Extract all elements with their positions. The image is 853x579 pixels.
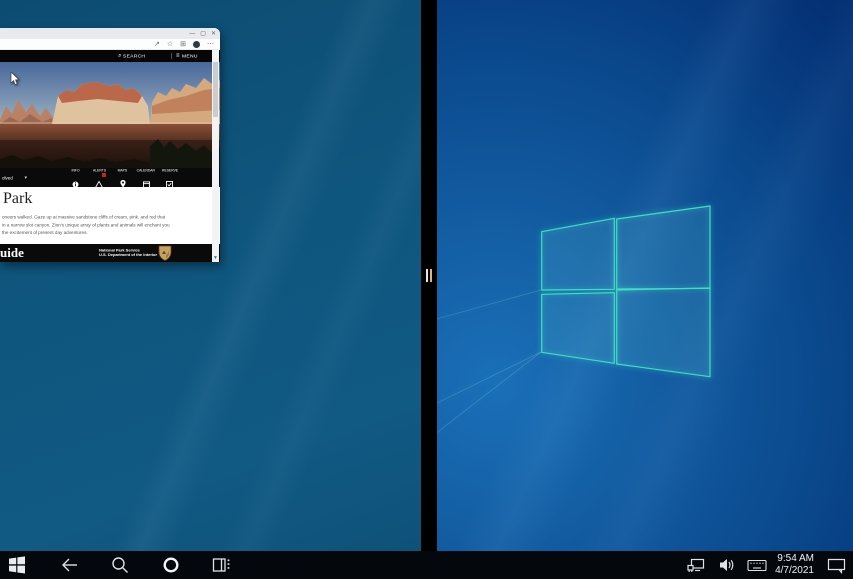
scroll-down-icon[interactable]: ▼ bbox=[212, 255, 219, 261]
right-desktop-wallpaper[interactable] bbox=[437, 0, 853, 579]
share-icon[interactable]: ↗ bbox=[154, 41, 160, 48]
nav-label-info: INFO bbox=[72, 169, 80, 171]
park-nav-strip: olved ▾ INFO ALERTS bbox=[0, 168, 220, 187]
alert-badge bbox=[102, 173, 106, 177]
taskbar: 9:54 AM 4/7/2021 bbox=[0, 551, 853, 579]
clock-date: 4/7/2021 bbox=[760, 565, 814, 577]
page-content: Park oneers walked. Gaze up at massive s… bbox=[0, 187, 220, 244]
nps-banner[interactable]: uide National Park Service U.S. Departme… bbox=[0, 244, 220, 262]
favorites-star-icon[interactable]: ☆ bbox=[167, 41, 173, 48]
window-titlebar[interactable]: — ▢ ✕ bbox=[0, 28, 220, 39]
screen-divider bbox=[421, 0, 437, 579]
windows-logo-wallpaper bbox=[437, 0, 853, 579]
paragraph-line: the excitement of present day adventures… bbox=[2, 229, 204, 237]
mouse-cursor bbox=[10, 72, 20, 91]
guide-masthead: uide bbox=[0, 245, 24, 261]
handle-bar bbox=[430, 269, 432, 282]
park-paragraph: oneers walked. Gaze up at massive sandst… bbox=[2, 214, 204, 237]
toolbar-icons: ↗ ☆ ⊞ ⋯ bbox=[154, 39, 214, 50]
handle-bar bbox=[426, 269, 428, 282]
multitask-split-button[interactable] bbox=[210, 553, 234, 577]
clock-time: 9:54 AM bbox=[760, 553, 814, 565]
speech-bubble-icon bbox=[827, 557, 846, 574]
more-options-icon[interactable]: ⋯ bbox=[207, 41, 214, 48]
paragraph-line: in a narrow slot canyon. Zion's unique a… bbox=[2, 222, 204, 230]
task-switcher-button[interactable] bbox=[159, 553, 183, 577]
nav-label-calendar: CALENDAR bbox=[137, 169, 155, 171]
nps-agency-line2: U.S. Department of the Interior bbox=[99, 253, 199, 258]
search-icon bbox=[111, 556, 129, 574]
nav-involved-dropdown[interactable]: olved ▾ bbox=[2, 173, 27, 183]
scrollbar-thumb[interactable] bbox=[213, 62, 218, 117]
close-button[interactable]: ✕ bbox=[211, 31, 216, 37]
browser-scrollbar[interactable]: ▼ bbox=[212, 50, 219, 262]
windows-logo-icon bbox=[8, 556, 26, 574]
browser-toolbar: ↗ ☆ ⊞ ⋯ bbox=[0, 39, 220, 50]
volume-tray-button[interactable] bbox=[715, 553, 739, 577]
nav-label-maps: MAPS bbox=[118, 169, 128, 171]
nav-involved-label: olved bbox=[2, 176, 13, 181]
profile-avatar[interactable] bbox=[193, 41, 200, 48]
back-button[interactable] bbox=[57, 553, 81, 577]
action-center-button[interactable] bbox=[824, 553, 848, 577]
menu-icon: ≡ bbox=[176, 53, 180, 59]
ethernet-network-icon bbox=[687, 557, 706, 574]
maximize-button[interactable]: ▢ bbox=[200, 31, 206, 37]
start-button[interactable] bbox=[5, 553, 29, 577]
park-heading: Park bbox=[3, 190, 32, 208]
back-arrow-icon bbox=[60, 556, 79, 574]
paragraph-line: oneers walked. Gaze up at massive sandst… bbox=[2, 214, 204, 222]
menu-label: MENU bbox=[182, 53, 198, 59]
dual-screen-desktop: — ▢ ✕ ↗ ☆ ⊞ ⋯ ⌕ SEARCH ≡ MENU bbox=[0, 0, 853, 579]
split-screen-icon bbox=[212, 556, 232, 574]
edge-browser-window[interactable]: — ▢ ✕ ↗ ☆ ⊞ ⋯ ⌕ SEARCH ≡ MENU bbox=[0, 28, 220, 262]
nav-label-alerts: ALERTS bbox=[93, 169, 106, 171]
nps-agency-text: National Park Service U.S. Department of… bbox=[99, 248, 199, 257]
site-menu-button[interactable]: ≡ MENU bbox=[176, 50, 210, 62]
window-controls: — ▢ ✕ bbox=[189, 28, 216, 39]
nps-arrowhead-logo bbox=[158, 245, 172, 266]
taskbar-clock[interactable]: 9:54 AM 4/7/2021 bbox=[760, 553, 814, 577]
divider-drag-handle[interactable] bbox=[421, 266, 437, 284]
minimize-button[interactable]: — bbox=[189, 31, 195, 37]
zion-hero-photo bbox=[0, 62, 220, 168]
network-tray-button[interactable] bbox=[684, 553, 708, 577]
site-search-button[interactable]: ⌕ SEARCH bbox=[118, 50, 164, 62]
speaker-icon bbox=[718, 557, 736, 573]
nps-site-header: ⌕ SEARCH ≡ MENU bbox=[0, 50, 220, 62]
search-button[interactable] bbox=[108, 553, 132, 577]
header-divider bbox=[171, 53, 172, 59]
search-icon: ⌕ bbox=[118, 53, 121, 60]
circle-icon bbox=[162, 556, 180, 574]
search-label: SEARCH bbox=[123, 53, 145, 59]
chevron-down-icon: ▾ bbox=[25, 175, 28, 181]
nav-label-reserve: RESERVE bbox=[162, 169, 178, 171]
collections-icon[interactable]: ⊞ bbox=[180, 41, 186, 48]
